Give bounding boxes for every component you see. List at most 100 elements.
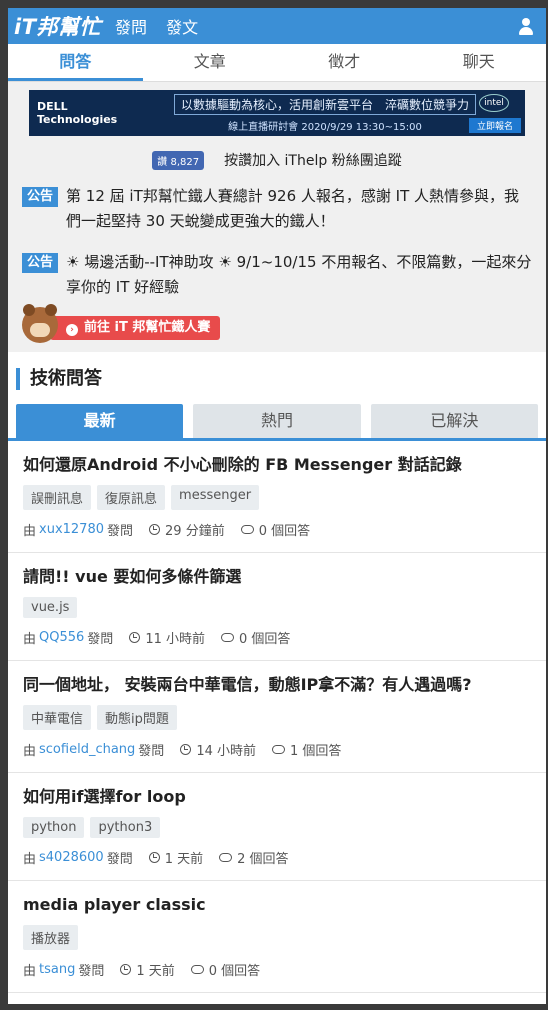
question-title[interactable]: 如何還原Android 不小心刪除的 FB Messenger 對話記錄 bbox=[23, 453, 531, 477]
action-label: 發問 bbox=[107, 524, 134, 539]
ad-subline: 線上直播研討會 2020/9/29 13:30~15:00 bbox=[228, 121, 422, 133]
action-label: 發問 bbox=[78, 964, 105, 979]
tag[interactable]: 復原訊息 bbox=[97, 485, 166, 510]
by-label: 由 bbox=[23, 524, 37, 539]
action-label: 發問 bbox=[87, 632, 114, 647]
tag[interactable]: 中華電信 bbox=[23, 705, 92, 730]
user-icon[interactable] bbox=[516, 16, 536, 36]
answer-count: 2 個回答 bbox=[237, 852, 289, 867]
clock-icon bbox=[149, 524, 161, 535]
clock-icon bbox=[148, 852, 160, 863]
tab-qa[interactable]: 問答 bbox=[8, 44, 143, 81]
notice-tag: 公告 bbox=[22, 187, 59, 207]
answer-count: 0 個回答 bbox=[239, 632, 291, 647]
time-label: 1 天前 bbox=[164, 852, 204, 867]
fb-like-button[interactable]: 讚 8,827 bbox=[152, 150, 205, 170]
tag[interactable]: vue.js bbox=[23, 597, 78, 618]
ironman-banner[interactable]: › 前往 iT 邦幫忙鐵人賽 bbox=[22, 304, 532, 343]
by-label: 由 bbox=[23, 964, 37, 979]
question-title[interactable]: 同一個地址， 安裝兩台中華電信，動態IP拿不滿？有人遇過嗎? bbox=[23, 673, 531, 697]
list-item[interactable]: 同一個地址， 安裝兩台中華電信，動態IP拿不滿？有人遇過嗎? 中華電信 動態ip問題… bbox=[8, 661, 546, 773]
answer-count: 0 個回答 bbox=[258, 524, 311, 539]
question-list: 如何還原Android 不小心刪除的 FB Messenger 對話記錄 誤刪訊息… bbox=[8, 441, 546, 1004]
comment-icon bbox=[272, 745, 285, 754]
user-link[interactable]: tsang bbox=[39, 962, 75, 977]
chevron-right-icon: › bbox=[66, 324, 78, 336]
fb-follow-text: 按讚加入 iThelp 粉絲團追蹤 bbox=[224, 153, 402, 169]
comment-icon bbox=[221, 633, 234, 642]
tab-articles[interactable]: 文章 bbox=[143, 44, 278, 81]
tab-popular[interactable]: 熱門 bbox=[193, 404, 361, 438]
time-label: 29 分鐘前 bbox=[165, 524, 225, 539]
question-meta: 由 s4028600 發問 1 天前 2 個回答 bbox=[23, 848, 531, 867]
question-meta: 由 scofield_chang 發問 14 小時前 1 個回答 bbox=[23, 740, 531, 759]
tag[interactable]: 動態ip問題 bbox=[97, 705, 177, 730]
top-nav: 發問 發文 bbox=[115, 14, 212, 38]
clock-icon bbox=[180, 744, 192, 755]
list-item[interactable]: 如何用if選擇for loop python python3 由 s4028600 … bbox=[8, 773, 546, 881]
tag-list: 誤刪訊息 復原訊息 messenger bbox=[23, 485, 531, 510]
user-link[interactable]: scofield_chang bbox=[39, 742, 135, 757]
question-meta: 由 QQ556 發問 11 小時前 0 個回答 bbox=[23, 628, 531, 647]
app-frame: iT邦幫忙 發問 發文 問答 文章 徵才 聊天 DELL Technologie… bbox=[8, 8, 546, 1004]
site-logo[interactable]: iT邦幫忙 bbox=[14, 11, 101, 41]
question-title[interactable]: media player classic bbox=[23, 893, 531, 917]
question-title[interactable]: 請問!! vue 要如何多條件篩選 bbox=[23, 565, 531, 589]
tag-list: 中華電信 動態ip問題 bbox=[23, 705, 531, 730]
action-label: 發問 bbox=[138, 744, 165, 759]
top-bar: iT邦幫忙 發問 發文 bbox=[8, 8, 546, 44]
comment-icon bbox=[190, 965, 204, 974]
tag[interactable]: 播放器 bbox=[23, 925, 79, 950]
tag-list: vue.js bbox=[23, 597, 531, 618]
ironman-link-label: 前往 iT 邦幫忙鐵人賽 bbox=[84, 320, 211, 335]
notice-1: 公告 第 12 屆 iT邦幫忙鐵人賽總計 926 人報名，感謝 IT 人熱情參與… bbox=[22, 184, 532, 234]
question-title[interactable]: 如何用if選擇for loop bbox=[23, 785, 531, 809]
ask-link[interactable]: 發問 bbox=[115, 18, 147, 37]
notice-tag: 公告 bbox=[22, 253, 59, 273]
main-tabs: 問答 文章 徵才 聊天 bbox=[8, 44, 546, 82]
notice-2: 公告 ☀ 場邊活動--IT神助攻 ☀ 9/1~10/15 不用報名、不限篇數，一… bbox=[22, 250, 532, 300]
user-link[interactable]: s4028600 bbox=[39, 850, 104, 865]
fb-follow: 讚 8,827 按讚加入 iThelp 粉絲團追蹤 bbox=[22, 150, 532, 170]
list-item[interactable]: 如何還原Android 不小心刪除的 FB Messenger 對話記錄 誤刪訊息… bbox=[8, 441, 546, 553]
tag[interactable]: 誤刪訊息 bbox=[23, 485, 92, 510]
answer-count: 1 個回答 bbox=[290, 744, 342, 759]
tag[interactable]: python bbox=[23, 817, 85, 838]
tag[interactable]: messenger bbox=[171, 485, 260, 510]
announcement-area: DELL Technologies 以數據驅動為核心，活用創新雲平台 淬礪數位競… bbox=[8, 82, 546, 352]
tab-jobs[interactable]: 徵才 bbox=[277, 44, 412, 81]
section-title: 技術問答 bbox=[16, 368, 546, 390]
ad-banner[interactable]: DELL Technologies 以數據驅動為核心，活用創新雲平台 淬礪數位競… bbox=[29, 90, 525, 136]
list-item[interactable]: java報表工具 bbox=[8, 993, 546, 1004]
by-label: 由 bbox=[23, 852, 37, 867]
list-item[interactable]: 請問!! vue 要如何多條件篩選 vue.js 由 QQ556 發問 11 小時… bbox=[8, 553, 546, 661]
tag[interactable]: python3 bbox=[90, 817, 161, 838]
time-label: 1 天前 bbox=[136, 964, 175, 979]
ironman-link[interactable]: › 前往 iT 邦幫忙鐵人賽 bbox=[50, 316, 221, 340]
ad-brand: DELL Technologies bbox=[37, 100, 118, 126]
clock-icon bbox=[120, 964, 132, 975]
notice-text[interactable]: 第 12 屆 iT邦幫忙鐵人賽總計 926 人報名，感謝 IT 人熱情參與，我們… bbox=[66, 184, 532, 234]
ad-register-button[interactable]: 立即報名 bbox=[468, 118, 521, 133]
list-item[interactable]: media player classic 播放器 由 tsang 發問 1 天前 … bbox=[8, 881, 546, 993]
question-meta: 由 xux12780 發問 29 分鐘前 0 個回答 bbox=[23, 520, 531, 539]
action-label: 發問 bbox=[106, 852, 133, 867]
clock-icon bbox=[129, 632, 141, 643]
comment-icon bbox=[240, 525, 254, 534]
post-link[interactable]: 發文 bbox=[166, 18, 198, 37]
ad-headline: 以數據驅動為核心，活用創新雲平台 淬礪數位競爭力 bbox=[173, 93, 476, 115]
user-link[interactable]: xux12780 bbox=[39, 522, 104, 537]
notice-text[interactable]: ☀ 場邊活動--IT神助攻 ☀ 9/1~10/15 不用報名、不限篇數，一起來分… bbox=[66, 250, 532, 300]
user-link[interactable]: QQ556 bbox=[39, 630, 84, 645]
tab-chat[interactable]: 聊天 bbox=[412, 44, 547, 81]
tag-list: 播放器 bbox=[23, 925, 531, 950]
tag-list: python python3 bbox=[23, 817, 531, 838]
time-label: 14 小時前 bbox=[196, 744, 256, 759]
tab-solved[interactable]: 已解決 bbox=[370, 404, 538, 438]
intel-logo: intel bbox=[479, 94, 509, 112]
question-meta: 由 tsang 發問 1 天前 0 個回答 bbox=[23, 960, 531, 979]
bear-mascot-icon bbox=[22, 304, 58, 343]
time-label: 11 小時前 bbox=[145, 632, 205, 647]
tab-latest[interactable]: 最新 bbox=[16, 404, 184, 438]
comment-icon bbox=[219, 853, 233, 862]
